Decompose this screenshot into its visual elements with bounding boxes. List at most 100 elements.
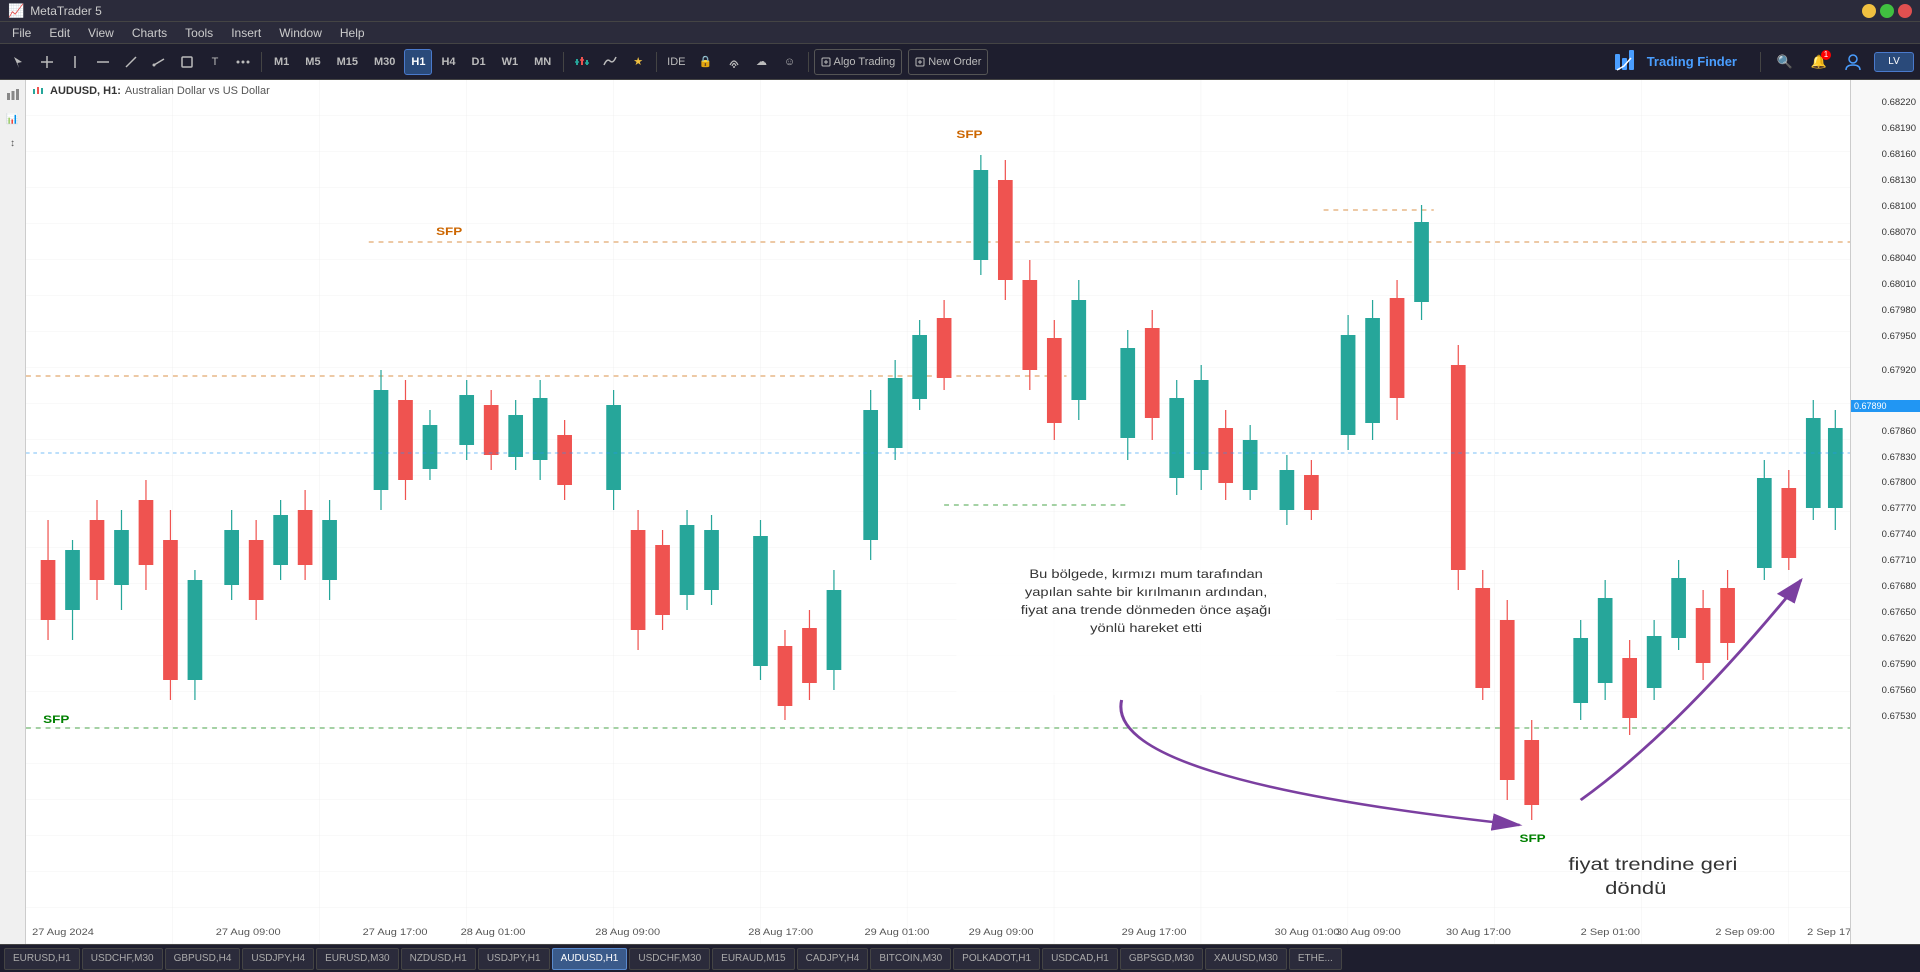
signal-btn[interactable] <box>721 49 747 75</box>
profile-btn[interactable] <box>1840 49 1866 75</box>
tab-eurusd-h1[interactable]: EURUSD,H1 <box>4 948 80 970</box>
left-toolbar: 📊 ↕ <box>0 80 26 944</box>
price-axis: 0.68220 0.68190 0.68160 0.68130 0.68100 … <box>1850 80 1920 944</box>
left-tb-cursor[interactable]: ↕ <box>2 132 24 154</box>
title-bar-left: 📈 MetaTrader 5 <box>8 3 102 19</box>
svg-text:2 Sep 01:00: 2 Sep 01:00 <box>1581 928 1641 938</box>
svg-text:yapılan sahte bir kırılmanın a: yapılan sahte bir kırılmanın ardından, <box>1025 585 1267 598</box>
tab-gbpsgd-m30[interactable]: GBPSGD,M30 <box>1120 948 1203 970</box>
title-bar-controls <box>1862 4 1912 18</box>
menu-help[interactable]: Help <box>332 24 373 42</box>
left-tb-chart[interactable] <box>2 84 24 106</box>
menu-bar: File Edit View Charts Tools Insert Windo… <box>0 22 1920 44</box>
price-label: 0.68160 <box>1882 149 1916 160</box>
menu-view[interactable]: View <box>80 24 122 42</box>
tf-logo-icon <box>1613 48 1641 76</box>
tab-ethe[interactable]: ETHE... <box>1289 948 1342 970</box>
price-label: 0.68070 <box>1882 227 1916 238</box>
price-label: 0.67980 <box>1882 305 1916 316</box>
close-button[interactable] <box>1898 4 1912 18</box>
chart-type-btn[interactable] <box>569 49 595 75</box>
chart-area: 📊 ↕ AUDUSD, H1: Australian Dollar vs US … <box>0 80 1920 944</box>
menu-file[interactable]: File <box>4 24 39 42</box>
tf-w1[interactable]: W1 <box>495 49 526 75</box>
price-label: 0.68040 <box>1882 253 1916 264</box>
tab-xauusd-m30[interactable]: XAUUSD,M30 <box>1205 948 1287 970</box>
toolbar: T M1 M5 M15 M30 H1 H4 D1 W1 MN ★ IDE 🔒 ☁… <box>0 44 1920 80</box>
chart-info-bar: AUDUSD, H1: Australian Dollar vs US Doll… <box>32 84 270 98</box>
tab-usdjpy-h1[interactable]: USDJPY,H1 <box>478 948 550 970</box>
lock-btn[interactable]: 🔒 <box>693 49 719 75</box>
trendline-tool[interactable] <box>118 49 144 75</box>
tab-usdchf-m30-2[interactable]: USDCHF,M30 <box>629 948 710 970</box>
tab-gbpusd-h4[interactable]: GBPUSD,H4 <box>165 948 241 970</box>
tf-h4[interactable]: H4 <box>434 49 462 75</box>
tab-usdchf-m30[interactable]: USDCHF,M30 <box>82 948 163 970</box>
tf-d1[interactable]: D1 <box>465 49 493 75</box>
maximize-button[interactable] <box>1880 4 1894 18</box>
cloud-btn[interactable]: ☁ <box>749 49 775 75</box>
svg-text:döndü: döndü <box>1605 879 1666 899</box>
text-tool[interactable]: T <box>202 49 228 75</box>
tf-mn[interactable]: MN <box>527 49 558 75</box>
price-label: 0.67920 <box>1882 365 1916 376</box>
price-label: 0.67560 <box>1882 685 1916 696</box>
yellow-star-btn[interactable]: ★ <box>625 49 651 75</box>
price-label: 0.67620 <box>1882 633 1916 644</box>
price-label: 0.67650 <box>1882 607 1916 618</box>
vertical-line-tool[interactable] <box>62 49 88 75</box>
new-order-btn[interactable]: New Order <box>908 49 988 75</box>
menu-insert[interactable]: Insert <box>223 24 269 42</box>
svg-text:30 Aug 01:00: 30 Aug 01:00 <box>1275 928 1340 938</box>
menu-charts[interactable]: Charts <box>124 24 175 42</box>
tf-m30[interactable]: M30 <box>367 49 402 75</box>
chart-symbol: AUDUSD, H1: <box>50 85 121 97</box>
price-label: 0.67710 <box>1882 555 1916 566</box>
price-label: 0.67830 <box>1882 452 1916 463</box>
shapes-tool[interactable] <box>174 49 200 75</box>
separator-3 <box>656 52 657 72</box>
tab-bitcoin-m30[interactable]: BITCOIN,M30 <box>870 948 951 970</box>
separator-4 <box>808 52 809 72</box>
tab-euraud-m15[interactable]: EURAUD,M15 <box>712 948 794 970</box>
menu-window[interactable]: Window <box>271 24 330 42</box>
title-bar: 📈 MetaTrader 5 <box>0 0 1920 22</box>
menu-tools[interactable]: Tools <box>177 24 221 42</box>
cursor-tool[interactable] <box>6 49 32 75</box>
left-tb-indicator[interactable]: 📊 <box>2 108 24 130</box>
ray-tool[interactable] <box>146 49 172 75</box>
menu-edit[interactable]: Edit <box>41 24 78 42</box>
svg-text:SFP: SFP <box>1519 832 1545 845</box>
tf-m1[interactable]: M1 <box>267 49 296 75</box>
tf-logo-text: Trading Finder <box>1647 54 1737 69</box>
ide-btn[interactable]: IDE <box>662 49 690 75</box>
svg-text:SFP: SFP <box>43 713 69 726</box>
notifications-btn[interactable]: 🔔 1 <box>1806 49 1832 75</box>
tf-m5[interactable]: M5 <box>298 49 327 75</box>
tab-usdcad-h1[interactable]: USDCAD,H1 <box>1042 948 1118 970</box>
indicators-btn[interactable] <box>597 49 623 75</box>
more-tools[interactable] <box>230 49 256 75</box>
minimize-button[interactable] <box>1862 4 1876 18</box>
search-btn[interactable]: 🔍 <box>1772 49 1798 75</box>
account-level: LV <box>1874 52 1914 72</box>
tab-usdjpy-h4[interactable]: USDJPY,H4 <box>242 948 314 970</box>
tab-nzdusd-h1[interactable]: NZDUSD,H1 <box>401 948 476 970</box>
tab-polkadot-h1[interactable]: POLKADOT,H1 <box>953 948 1040 970</box>
tab-audusd-h1[interactable]: AUDUSD,H1 <box>552 948 628 970</box>
svg-text:Bu bölgede, kırmızı mum tarafı: Bu bölgede, kırmızı mum tarafından <box>1029 567 1262 580</box>
algo-trading-btn[interactable]: Algo Trading <box>814 49 903 75</box>
horizontal-line-tool[interactable] <box>90 49 116 75</box>
crosshair-tool[interactable] <box>34 49 60 75</box>
price-label: 0.67740 <box>1882 529 1916 540</box>
price-label: 0.67860 <box>1882 426 1916 437</box>
trading-finder-logo: Trading Finder <box>1601 48 1749 76</box>
svg-text:29 Aug 17:00: 29 Aug 17:00 <box>1122 928 1187 938</box>
bottom-tab-bar: EURUSD,H1 USDCHF,M30 GBPUSD,H4 USDJPY,H4… <box>0 944 1920 972</box>
tf-h1[interactable]: H1 <box>404 49 432 75</box>
smiley-btn[interactable]: ☺ <box>777 49 803 75</box>
tab-cadjpy-h4[interactable]: CADJPY,H4 <box>797 948 869 970</box>
price-label: 0.67530 <box>1882 711 1916 722</box>
tf-m15[interactable]: M15 <box>330 49 365 75</box>
tab-eurusd-m30[interactable]: EURUSD,M30 <box>316 948 398 970</box>
